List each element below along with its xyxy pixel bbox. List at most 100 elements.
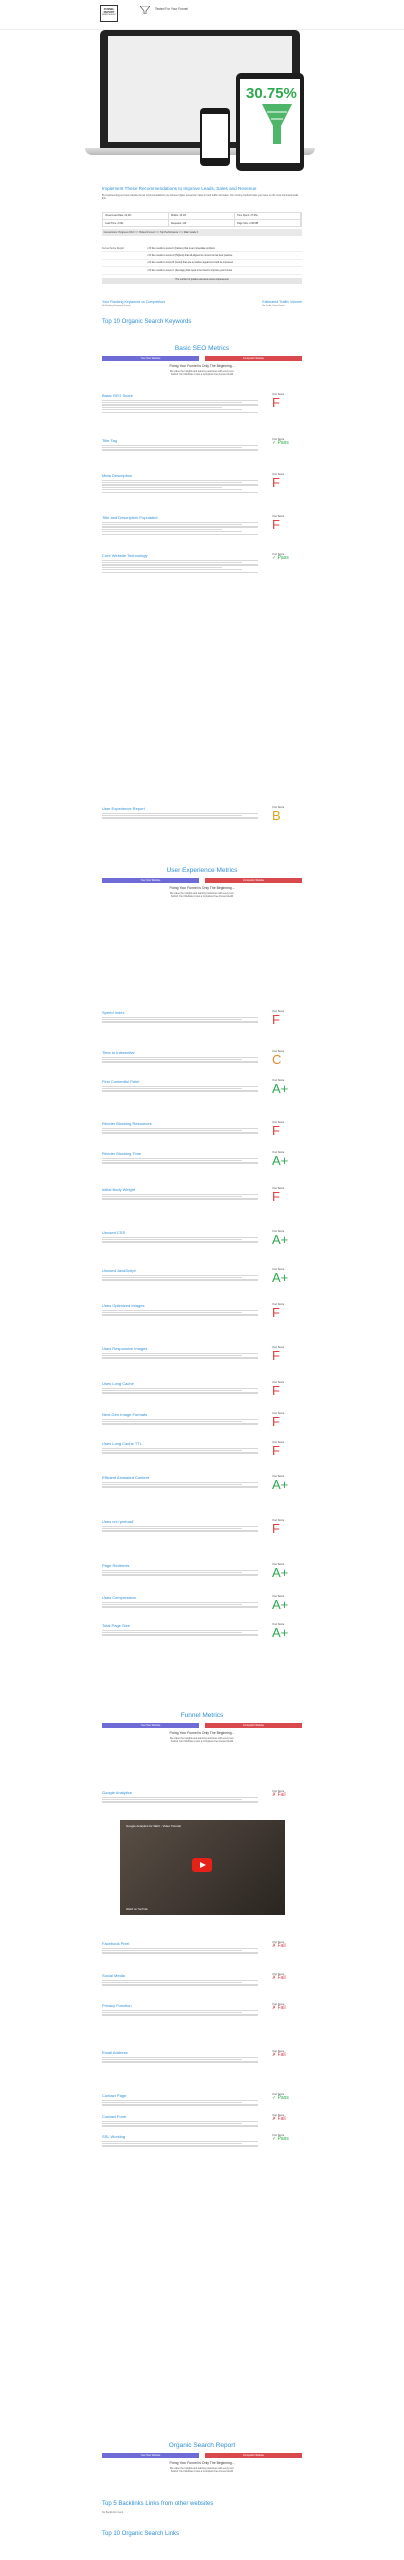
grade-badge: A+	[272, 1597, 289, 1613]
pass-badge: ✓ Pass	[272, 2095, 289, 2102]
cta-banner: Fixing Your Funnel is Only The Beginning…	[102, 886, 302, 898]
description-text	[102, 1952, 258, 1954]
score-box: Your Score F	[272, 1412, 294, 1428]
description-text	[102, 1056, 258, 1058]
description-text	[102, 533, 258, 535]
fail-badge: ✗ Fail	[272, 1943, 286, 1950]
audit-item: Render Blocking Time Your Score A+	[102, 1151, 302, 1169]
description-text	[102, 1530, 258, 1532]
description-text	[102, 479, 258, 481]
score-box: Your Score ✗ Fail	[272, 1973, 294, 1981]
logo-text-line3: WEBSITE AUDIT	[102, 14, 116, 17]
score-box: Your Score F	[272, 1187, 294, 1203]
tab-competitor[interactable]: Competitor Website	[205, 1723, 302, 1728]
tab-competitor[interactable]: Competitor Website	[205, 2453, 302, 2458]
description-text	[102, 2014, 258, 2016]
score-box: Your Score A+	[272, 1623, 294, 1639]
youtube-link[interactable]: Watch on YouTube	[126, 1908, 148, 1912]
cta-line[interactable]: Submit Your Website to Get a Complete Fr…	[102, 895, 302, 898]
description-text	[102, 1423, 258, 1425]
video-player[interactable]: Google Analytics for SEO - Video Tutoria…	[120, 1820, 285, 1915]
description-text	[102, 491, 258, 493]
score-box: Your Score ✗ Fail	[272, 2050, 294, 2058]
tab-own-website[interactable]: Your Own Website	[102, 2453, 199, 2458]
description-text	[102, 489, 242, 491]
summary-row: • Of the results to score B (Good) that …	[102, 260, 302, 268]
grade-badge: F	[272, 1189, 280, 1205]
description-text	[102, 531, 242, 533]
breadcrumb: Conversions: Progress 2 Rd >>> Hottest F…	[102, 229, 302, 236]
play-button-icon[interactable]	[192, 1858, 212, 1872]
score-box: Your Score F	[272, 393, 294, 409]
description-text	[102, 402, 242, 404]
summary-row: Funnel Score Report • Of the results to s…	[102, 245, 302, 253]
audit-item: Unused CSS Your Score A+	[102, 1230, 302, 1246]
tab-own-website[interactable]: Your Own Website	[102, 1723, 199, 1728]
traffic-volume-block: Estimated Traffic Volume No Traffic Valu…	[262, 300, 302, 308]
pass-badge: ✓ Pass	[272, 2136, 289, 2143]
compare-tabs: Your Own Website Competitor Website	[102, 356, 302, 361]
info-row: Load Time: 2.66s Requests: 110 Page Size…	[102, 219, 302, 228]
site-logo[interactable]: FUNNEL REPORT WEBSITE AUDIT	[100, 5, 118, 22]
score-box: Your Score F	[272, 1441, 294, 1457]
grade-badge: F	[272, 395, 280, 411]
audit-item: Google Analytics Your Score ✗ Fail	[102, 1790, 302, 1804]
intro-title: Implement These Recommendations to Impro…	[102, 186, 257, 191]
score-box: Your Score F	[272, 515, 294, 531]
funnel-icon	[140, 6, 150, 14]
description-text	[102, 1387, 258, 1389]
description-text	[102, 528, 222, 530]
tab-own-website[interactable]: Your Own Website	[102, 878, 199, 883]
description-text	[102, 1569, 258, 1571]
cta-line[interactable]: Submit Your Website to Get a Complete Fr…	[102, 373, 302, 376]
description-text	[102, 1629, 258, 1631]
tab-own-website[interactable]: Your Own Website	[102, 356, 199, 361]
info-cell: Mobile: 15.1%	[169, 212, 235, 219]
cta-line[interactable]: Submit Your Website to Get a Complete Fr…	[102, 2470, 302, 2473]
description-text	[102, 1239, 242, 1241]
top10-keywords-heading: Top 10 Organic Search Keywords	[102, 319, 192, 325]
audit-item: User Experience Report Your Score B	[102, 806, 302, 822]
cta-title: Fixing Your Funnel is Only The Beginning…	[169, 1731, 235, 1735]
grade-badge: F	[272, 1521, 280, 1537]
cta-line[interactable]: Submit Your Website to Get a Complete Fr…	[102, 1740, 302, 1743]
description-text	[102, 411, 258, 413]
description-text	[102, 569, 242, 571]
audit-item: Uses rel='preload' Your Score F	[102, 1519, 302, 1537]
description-text	[102, 1606, 258, 1608]
description-text	[102, 2143, 242, 2145]
backlinks-heading: Top 5 Backlinks Links from other website…	[102, 2501, 214, 2507]
grade-badge: F	[272, 1305, 280, 1321]
description-text	[102, 571, 258, 573]
info-cell: Time Spent: 27.06s	[235, 212, 301, 219]
description-text	[102, 2125, 258, 2127]
grade-badge: A+	[272, 1153, 289, 1169]
description-text	[102, 2061, 258, 2063]
description-text	[102, 484, 258, 486]
audit-item: Facebook Pixel Your Score ✗ Fail	[102, 1941, 302, 1955]
audit-item: Unused JavaScript Your Score A+	[102, 1268, 302, 1284]
description-text	[102, 1355, 242, 1357]
tab-competitor[interactable]: Competitor Website	[205, 878, 302, 883]
audit-item: First Contentful Paint Your Score A+	[102, 1079, 302, 1095]
description-text	[102, 1352, 258, 1354]
audit-item: Total Page Size Your Score A+	[102, 1623, 302, 1639]
description-text	[102, 1021, 258, 1023]
header-tagline: Tested For Your Funnel	[155, 7, 188, 11]
description-text	[102, 1016, 258, 1018]
description-text	[102, 409, 242, 411]
description-text	[102, 526, 258, 528]
score-box: Your Score ✗ Fail	[272, 2114, 294, 2122]
audit-item: Initial Body Weight Your Score F	[102, 1187, 302, 1203]
score-box: Your Score ✗ Fail	[272, 2003, 294, 2011]
description-text	[102, 1572, 242, 1574]
score-box: Your Score ✗ Fail	[272, 1790, 294, 1798]
fail-badge: ✗ Fail	[272, 2052, 286, 2059]
description-text	[102, 399, 258, 401]
fail-badge: ✗ Fail	[272, 2005, 286, 2012]
score-box: Your Score A+	[272, 1079, 294, 1095]
fail-badge: ✗ Fail	[272, 2116, 286, 2123]
tab-competitor[interactable]: Competitor Website	[205, 356, 302, 361]
video-title: Google Analytics for SEO - Video Tutoria…	[126, 1824, 181, 1828]
description-text	[102, 1127, 258, 1129]
